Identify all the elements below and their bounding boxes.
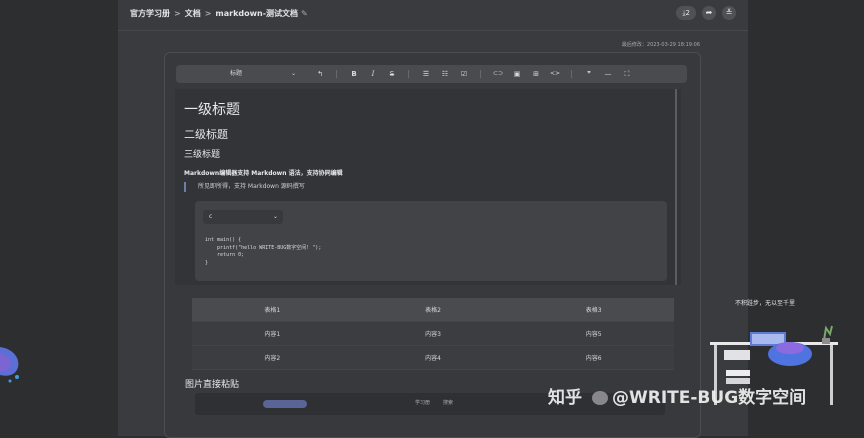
toolbar-divider — [408, 70, 409, 78]
blockquote: 所见即所得，支持 Markdown 源码撰写 — [184, 182, 305, 192]
table-icon[interactable]: ⊞ — [530, 68, 542, 80]
logo-image — [263, 400, 307, 408]
top-actions: ⤓2 ➦ ≚ — [676, 6, 736, 20]
undo-icon[interactable]: ↰ — [314, 68, 326, 80]
scrollbar[interactable] — [675, 89, 677, 285]
edit-icon[interactable]: ✎ — [301, 9, 308, 18]
image-section-heading: 图片直接粘贴 — [185, 380, 240, 390]
bold-paragraph: Markdown编辑器支持 Markdown 语法，支持协同编辑 — [184, 170, 343, 177]
editor-content[interactable]: 一级标题 二级标题 三级标题 Markdown编辑器支持 Markdown 语法… — [175, 89, 681, 285]
wechat-icon — [592, 391, 608, 405]
table-header-cell: 表格1 — [192, 298, 353, 322]
share-icon[interactable]: ➦ — [702, 6, 716, 20]
heading-select-value: 标题 — [230, 70, 243, 77]
divider-icon[interactable]: — — [602, 68, 614, 80]
code-text: int main() { printf("hello WRITE-BUG数字空间… — [205, 237, 322, 266]
table-cell: 内容6 — [513, 345, 674, 370]
table-row: 内容2 内容4 内容6 — [192, 345, 674, 370]
italic-button[interactable]: I — [367, 68, 379, 80]
table-cell: 内容5 — [513, 321, 674, 346]
decorative-figure-left — [0, 347, 19, 383]
breadcrumb-item-current: markdown-测试文档 — [215, 9, 299, 18]
code-language-value: c — [209, 213, 213, 220]
breadcrumb-item-guide[interactable]: 官方学习册 — [130, 9, 170, 18]
heading-3: 三级标题 — [184, 150, 221, 160]
watermark-handle: @WRITE-BUG数字空间 — [612, 388, 807, 408]
preview-text: 学习册 — [415, 400, 431, 406]
fullscreen-icon[interactable]: ⛶ — [621, 68, 633, 80]
editor-toolbar: 标题 ⌄ ↰ B I S ☰ ☷ ☑ ⊂⊃ ▣ ⊞ <> ❞ — ⛶ — [176, 65, 687, 83]
task-list-icon[interactable]: ☑ — [458, 68, 470, 80]
bold-button[interactable]: B — [348, 68, 360, 80]
table-header-cell: 表格3 — [513, 298, 674, 322]
code-icon[interactable]: <> — [549, 68, 561, 80]
table-cell: 内容3 — [352, 321, 514, 346]
bulleted-list-icon[interactable]: ☰ — [420, 68, 432, 80]
document-page: 官方学习册 > 文档 > markdown-测试文档 ✎ ⤓2 ➦ ≚ 最后修改：2023… — [118, 0, 748, 438]
strikethrough-button[interactable]: S — [386, 68, 398, 80]
table-cell: 内容2 — [192, 345, 353, 370]
preview-text: 搜索 — [443, 400, 454, 406]
last-modified: 最后修改：2023-03-29 18:19:06 — [621, 42, 700, 48]
download-count-button[interactable]: ⤓2 — [676, 6, 696, 20]
chevron-down-icon: ⌄ — [272, 213, 278, 220]
code-block: c ⌄ int main() { printf("hello WRITE-BUG… — [195, 201, 667, 281]
table-header-cell: 表格2 — [352, 298, 514, 322]
numbered-list-icon[interactable]: ☷ — [439, 68, 451, 80]
watermark: 知乎 @WRITE-BUG数字空间 — [548, 383, 806, 408]
image-icon[interactable]: ▣ — [511, 68, 523, 80]
link-icon[interactable]: ⊂⊃ — [492, 68, 504, 80]
quote-icon[interactable]: ❞ — [583, 68, 595, 80]
heading-select[interactable]: 标题 ⌄ — [230, 68, 300, 80]
breadcrumb-item-docs[interactable]: 文档 — [185, 9, 201, 18]
heading-2: 二级标题 — [184, 128, 228, 141]
table-header-row: 表格1 表格2 表格3 — [192, 298, 674, 322]
code-language-select[interactable]: c ⌄ — [203, 210, 283, 224]
content-table: 表格1 表格2 表格3 内容1 内容3 内容5 内容2 内容4 内容6 — [192, 298, 674, 370]
top-bar: 官方学习册 > 文档 > markdown-测试文档 ✎ ⤓2 ➦ ≚ — [118, 0, 748, 31]
motto-text: 不积跬步，无以至千里 — [735, 300, 796, 307]
table-cell: 内容1 — [192, 321, 353, 346]
chevron-down-icon: ⌄ — [290, 70, 296, 77]
breadcrumb-separator: > — [204, 9, 212, 18]
toolbar-divider — [480, 70, 481, 78]
table-cell: 内容4 — [352, 345, 514, 370]
markdown-editor: 标题 ⌄ ↰ B I S ☰ ☷ ☑ ⊂⊃ ▣ ⊞ <> ❞ — ⛶ 一级标题 … — [164, 52, 701, 438]
heading-1: 一级标题 — [184, 102, 240, 118]
collapse-icon[interactable]: ≚ — [722, 6, 736, 20]
watermark-platform: 知乎 — [548, 388, 582, 408]
toolbar-divider — [571, 70, 572, 78]
breadcrumb: 官方学习册 > 文档 > markdown-测试文档 ✎ — [130, 8, 308, 19]
breadcrumb-separator: > — [174, 9, 181, 18]
table-row: 内容1 内容3 内容5 — [192, 321, 674, 346]
toolbar-divider — [336, 70, 337, 78]
